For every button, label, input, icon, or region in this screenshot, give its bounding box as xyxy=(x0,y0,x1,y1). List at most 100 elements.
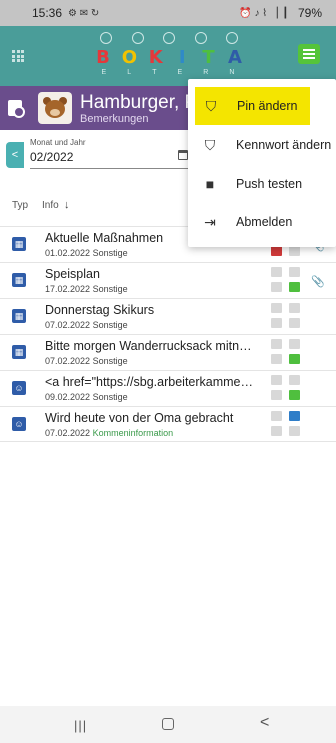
status-icon xyxy=(289,318,300,328)
overflow-menu: ⛉ Pin ändern ⛉ Kennwort ändern ■ Push testen ⇥… xyxy=(188,79,336,247)
status-icon xyxy=(289,282,300,292)
calendar-icon[interactable] xyxy=(178,150,188,160)
status-icon xyxy=(271,339,282,349)
person-icon: ☺ xyxy=(12,381,26,395)
status-icon xyxy=(271,318,282,328)
logo-letter: T xyxy=(202,46,215,68)
item-date: 01.02.2022 xyxy=(45,248,91,258)
item-meta: 07.02.2022 Sonstige xyxy=(45,356,128,366)
shield-lock-icon: ⛉ xyxy=(204,136,216,153)
status-icon xyxy=(289,375,300,385)
item-date: 09.02.2022 xyxy=(45,392,91,402)
column-header-info[interactable]: Info xyxy=(42,200,59,211)
logo-subtitle-letter: E xyxy=(101,69,109,76)
status-icon xyxy=(289,354,300,364)
menu-item[interactable]: ⛉ Pin ändern xyxy=(195,87,310,125)
menu-item-label: Pin ändern xyxy=(237,99,298,113)
item-meta: 09.02.2022 Sonstige xyxy=(45,392,128,402)
menu-item-label: Push testen xyxy=(236,177,303,191)
logo-subtitle-letter: N xyxy=(229,69,237,76)
shield-person-icon: ⛉ xyxy=(205,97,217,114)
document-settings-icon[interactable] xyxy=(8,100,25,118)
logo-subtitle-letter: R xyxy=(203,69,211,76)
month-year-label: Monat und Jahr xyxy=(30,138,86,147)
person-icon: ☺ xyxy=(12,417,26,431)
home-button[interactable] xyxy=(162,718,174,730)
menu-item-label: Kennwort ändern xyxy=(236,138,332,152)
logout-icon: ⇥ xyxy=(204,213,216,230)
input-underline xyxy=(30,168,192,169)
logo-letter: A xyxy=(227,46,242,68)
child-subtitle: Bemerkungen xyxy=(80,113,149,125)
logo-letter: K xyxy=(148,46,163,68)
system-nav-bar: ||| < xyxy=(0,706,336,743)
item-title: Speisplan xyxy=(45,267,100,281)
menu-item[interactable]: ⛉ Kennwort ändern xyxy=(188,126,336,164)
item-title: Bitte morgen Wanderrucksack mitneh... xyxy=(45,339,255,353)
status-time: 15:36 xyxy=(32,6,63,20)
status-icon xyxy=(289,426,300,436)
message-icon: ■ xyxy=(205,176,215,192)
logo-letter: I xyxy=(178,46,186,68)
status-icon xyxy=(271,303,282,313)
status-icon xyxy=(271,246,282,256)
menu-button[interactable] xyxy=(298,44,320,64)
building-icon: ▦ xyxy=(12,237,26,251)
list-item[interactable]: ☺ Wird heute von der Oma gebracht 07.02.20… xyxy=(0,406,336,442)
item-title: Wird heute von der Oma gebracht xyxy=(45,411,234,425)
month-year-input[interactable]: 02/2022 xyxy=(30,150,73,164)
building-icon: ▦ xyxy=(12,273,26,287)
recent-apps-button[interactable]: ||| xyxy=(74,718,87,733)
logo-letter: O xyxy=(121,46,138,68)
item-date: 07.02.2022 xyxy=(45,356,91,366)
bokita-logo: BOKITA ELTERN xyxy=(92,32,246,80)
list-item[interactable]: ☺ <a href="https://sbg.arbeiterkammer....… xyxy=(0,370,336,406)
list-item[interactable]: ▦ Donnerstag Skikurs 07.02.2022 Sonstige xyxy=(0,298,336,334)
system-icons: ⏰ ♪ ⌇ ▕▕▏ xyxy=(239,7,293,19)
logo-letter: B xyxy=(96,46,110,68)
building-icon: ▦ xyxy=(12,345,26,359)
status-icon xyxy=(271,390,282,400)
item-category: Sonstige xyxy=(92,248,128,258)
column-header-type[interactable]: Typ xyxy=(12,200,28,211)
status-icon xyxy=(289,390,300,400)
menu-item[interactable]: ■ Push testen xyxy=(188,165,336,203)
status-bar: 15:36 ⚙ ✉ ↻ ⏰ ♪ ⌇ ▕▕▏ 79% xyxy=(0,0,336,26)
status-icon xyxy=(289,339,300,349)
item-category: Sonstige xyxy=(92,284,128,294)
status-icon xyxy=(289,411,300,421)
item-date: 07.02.2022 xyxy=(45,428,91,438)
status-icon xyxy=(289,303,300,313)
status-icon xyxy=(271,375,282,385)
apps-grid-icon[interactable] xyxy=(12,50,24,62)
logo-subtitle-letter: T xyxy=(152,69,159,76)
child-avatar xyxy=(38,92,72,124)
message-list: ▦Aktuelle Maßnahmen01.02.2022 Sonstige📎▦… xyxy=(0,226,336,442)
status-icon xyxy=(271,267,282,277)
item-meta: 07.02.2022 Kommeninformation xyxy=(45,428,173,438)
battery-level: 79% xyxy=(297,6,322,20)
status-icon xyxy=(271,411,282,421)
item-category: Sonstige xyxy=(92,320,128,330)
previous-month-button[interactable]: < xyxy=(6,142,24,168)
logo-subtitle-letter: L xyxy=(127,69,134,76)
list-item[interactable]: ▦ Bitte morgen Wanderrucksack mitneh... 07… xyxy=(0,334,336,370)
attachment-icon[interactable]: 📎 xyxy=(311,275,325,288)
back-button[interactable]: < xyxy=(260,714,269,732)
menu-item-label: Abmelden xyxy=(236,215,293,229)
item-date: 17.02.2022 xyxy=(45,284,91,294)
item-meta: 01.02.2022 Sonstige xyxy=(45,248,128,258)
status-icon xyxy=(271,282,282,292)
status-icon xyxy=(271,354,282,364)
child-name: Hamburger, P xyxy=(80,92,198,113)
sort-arrow-icon[interactable]: ↓ xyxy=(64,199,70,211)
item-meta: 17.02.2022 Sonstige xyxy=(45,284,128,294)
item-category: Sonstige xyxy=(92,392,128,402)
item-title: Donnerstag Skikurs xyxy=(45,303,155,317)
item-category: Sonstige xyxy=(92,356,128,366)
list-item[interactable]: ▦ Speisplan 17.02.2022 Sonstige 📎 xyxy=(0,262,336,298)
notification-icons: ⚙ ✉ ↻ xyxy=(68,7,100,19)
status-icon xyxy=(289,267,300,277)
app-header: BOKITA ELTERN xyxy=(0,26,336,86)
menu-item[interactable]: ⇥ Abmelden xyxy=(188,203,336,241)
